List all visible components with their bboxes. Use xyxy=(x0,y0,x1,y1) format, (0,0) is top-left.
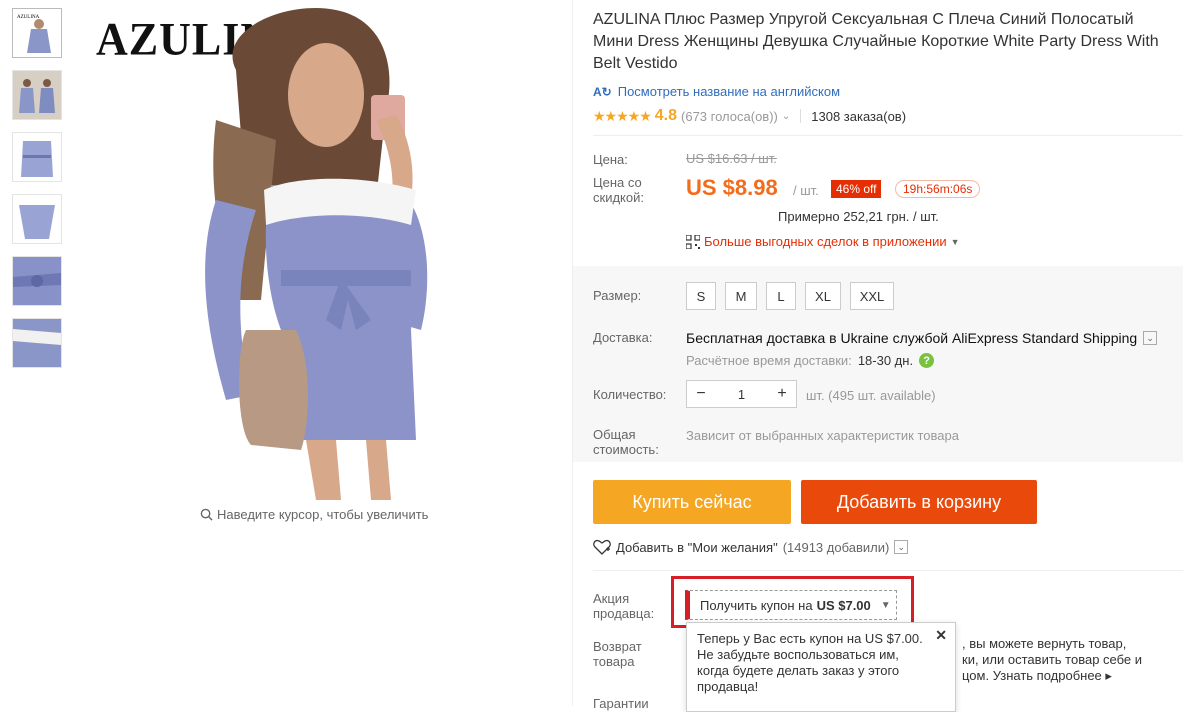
wishlist-link[interactable]: Добавить в "Мои желания" (14913 добавили… xyxy=(593,539,909,555)
heart-plus-icon xyxy=(593,539,611,555)
return-line: цом. Узнать подробнее ▸ xyxy=(962,668,1186,684)
orders-count: 1308 заказа(ов) xyxy=(811,108,907,124)
coupon-text: Получить купон на xyxy=(700,597,813,613)
discount-price-label: Цена со скидкой: xyxy=(593,175,644,205)
rating-value: 4.8 xyxy=(654,107,678,124)
quantity-label: Количество: xyxy=(593,387,667,402)
learn-more-link[interactable]: Узнать подробнее ▸ xyxy=(993,668,1112,683)
help-icon[interactable]: ? xyxy=(919,353,935,368)
thumbnail[interactable]: AZULINA xyxy=(12,8,62,58)
app-deals-link[interactable]: Больше выгодных сделок в приложении ▼ xyxy=(686,234,960,249)
shipping-estimate-label: Расчётное время доставки: xyxy=(686,353,852,368)
product-main-image[interactable]: AZULINA xyxy=(86,0,556,500)
rating-row: ★★★★★ 4.8 (673 голоса(ов)) ⌄ 1308 заказа… xyxy=(593,107,906,125)
price-label: Цена: xyxy=(593,152,628,167)
separator xyxy=(800,109,802,123)
get-coupon-button[interactable]: Получить купон на US $7.00 ▼ xyxy=(685,590,897,620)
size-selector: S M L XL XXL xyxy=(686,282,894,310)
qr-code-icon xyxy=(686,234,700,249)
quantity-stepper: − 1 + xyxy=(686,380,797,408)
close-icon[interactable]: ✕ xyxy=(935,627,947,643)
chevron-down-icon[interactable]: ⌄ xyxy=(1143,331,1158,345)
thumbnail[interactable] xyxy=(12,194,62,244)
thumbnail[interactable] xyxy=(12,256,62,306)
chevron-down-icon[interactable]: ⌄ xyxy=(894,540,909,554)
size-option[interactable]: XXL xyxy=(850,282,894,310)
return-line: , вы можете вернуть товар, xyxy=(962,636,1127,651)
wishlist-text[interactable]: Добавить в "Мои желания" xyxy=(616,540,778,555)
wishlist-count: (14913 добавили) xyxy=(782,539,890,555)
return-line-end: цом. xyxy=(962,668,990,683)
caret-down-icon: ▼ xyxy=(950,236,960,247)
per-unit: / шт. xyxy=(793,183,819,198)
caret-down-icon: ▼ xyxy=(880,599,891,611)
return-line: ки, или оставить товар себе и xyxy=(962,652,1143,667)
shipping-method-text: Бесплатная доставка в Ukraine службой Al… xyxy=(686,330,1138,346)
coupon-tooltip: Теперь у Вас есть купон на US $7.00. Не … xyxy=(686,622,956,712)
coupon-amount: US $7.00 xyxy=(816,597,871,613)
tooltip-text: Теперь у Вас есть купон на US $7.00. Не … xyxy=(697,631,923,694)
quantity-available: шт. (495 шт. available) xyxy=(806,388,936,403)
size-option[interactable]: L xyxy=(766,282,796,310)
old-price: US $16.63 / шт. xyxy=(686,151,777,166)
buy-now-button[interactable]: Купить сейчас xyxy=(593,480,791,524)
total-note: Зависит от выбранных характеристик товар… xyxy=(686,428,959,443)
zoom-hint-text: Наведите курсор, чтобы увеличить xyxy=(217,507,429,522)
discount-badge: 46% off xyxy=(831,180,882,198)
divider xyxy=(593,135,1183,136)
total-label: Общая стоимость: xyxy=(593,427,659,457)
divider xyxy=(593,570,1183,571)
app-deals-text[interactable]: Больше выгодных сделок в приложении xyxy=(704,234,947,249)
shipping-estimate: Расчётное время доставки: 18-30 дн. ? xyxy=(686,353,935,368)
return-label: Возврат товара xyxy=(593,639,642,669)
search-icon xyxy=(200,508,213,521)
translate-link-text[interactable]: Посмотреть название на английском xyxy=(618,84,840,99)
size-option[interactable]: M xyxy=(725,282,757,310)
translate-icon: A↻ xyxy=(593,84,612,99)
size-option[interactable]: S xyxy=(686,282,716,310)
return-policy-text: , вы можете вернуть товар, ки, или остав… xyxy=(962,636,1186,684)
minus-icon[interactable]: − xyxy=(687,385,715,403)
discount-price: US $8.98 xyxy=(686,175,778,200)
approx-price: Примерно 252,21 грн. / шт. xyxy=(778,209,939,224)
translate-link[interactable]: A↻ Посмотреть название на английском xyxy=(593,84,840,99)
thumbnail[interactable] xyxy=(12,318,62,368)
product-photo xyxy=(205,8,428,500)
votes-count[interactable]: (673 голоса(ов)) xyxy=(681,109,778,124)
shipping-label: Доставка: xyxy=(593,330,653,345)
countdown-timer: 19h:56m:06s xyxy=(895,180,981,198)
add-to-cart-button[interactable]: Добавить в корзину xyxy=(801,480,1037,524)
thumbnail-list: AZULINA xyxy=(12,8,64,380)
size-option[interactable]: XL xyxy=(805,282,841,310)
shipping-method[interactable]: Бесплатная доставка в Ukraine службой Al… xyxy=(686,330,1158,346)
rating-stars-icon: ★★★★★ xyxy=(593,107,652,124)
shipping-days: 18-30 дн. xyxy=(857,353,914,368)
thumbnail[interactable] xyxy=(12,70,62,120)
size-label: Размер: xyxy=(593,288,642,303)
zoom-hint: Наведите курсор, чтобы увеличить xyxy=(200,507,428,522)
seller-promo-label: Акция продавца: xyxy=(593,591,655,621)
chevron-down-icon[interactable]: ⌄ xyxy=(782,111,790,122)
product-title: AZULINA Плюс Размер Упругой Сексуальная … xyxy=(593,11,1159,72)
guarantee-label: Гарантии xyxy=(593,696,649,711)
thumbnail[interactable] xyxy=(12,132,62,182)
plus-icon[interactable]: + xyxy=(768,385,796,403)
quantity-input[interactable]: 1 xyxy=(715,387,768,402)
svg-text:AZULINA: AZULINA xyxy=(17,15,40,20)
